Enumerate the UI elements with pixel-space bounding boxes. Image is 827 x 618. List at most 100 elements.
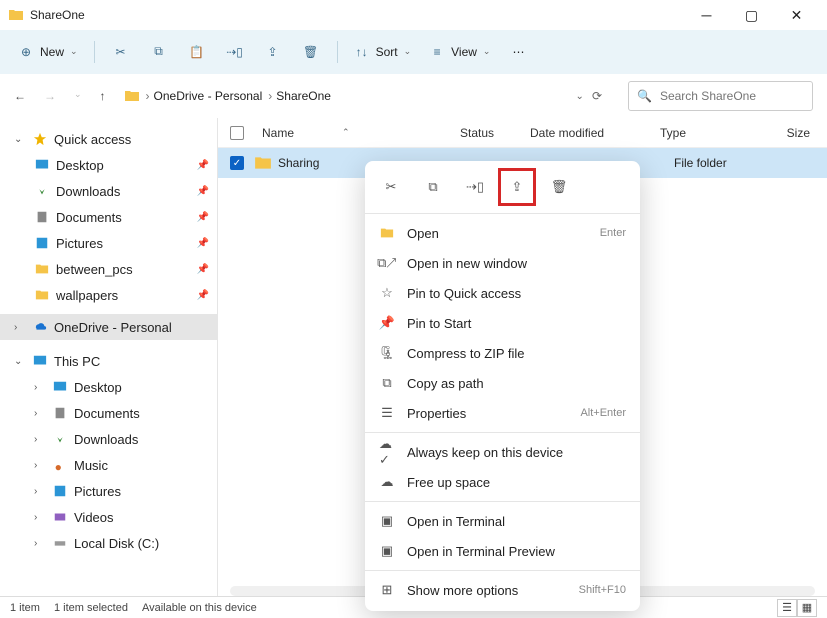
pictures-icon xyxy=(34,235,50,251)
sidebar-documents2[interactable]: › Documents xyxy=(0,400,217,426)
ctx-label: Pin to Quick access xyxy=(407,286,521,301)
address-bar[interactable]: › OneDrive - Personal › ShareOne ⌄ ⟳ xyxy=(118,84,616,108)
ctx-label: Properties xyxy=(407,406,466,421)
ctx-label: Open in new window xyxy=(407,256,527,271)
refresh-button[interactable]: ⟳ xyxy=(592,89,602,103)
ctx-open[interactable]: Open Enter xyxy=(365,218,640,248)
column-status[interactable]: Status xyxy=(460,126,530,140)
delete-button[interactable]: 🗑 xyxy=(293,36,329,68)
ctx-label: Always keep on this device xyxy=(407,445,563,460)
new-button[interactable]: ⊕ New ⌄ xyxy=(10,40,86,64)
downloads-icon xyxy=(34,183,50,199)
rename-button[interactable]: ⇢▯ xyxy=(217,36,253,68)
expand-icon[interactable]: › xyxy=(14,322,26,333)
view-button[interactable]: ≡ View ⌄ xyxy=(421,40,498,64)
chevron-down-icon[interactable]: ⌄ xyxy=(576,91,584,102)
ctx-shortcut: Enter xyxy=(600,227,626,239)
collapse-icon[interactable]: ⌄ xyxy=(14,356,26,367)
search-input[interactable] xyxy=(658,88,804,104)
breadcrumb-item[interactable]: › OneDrive - Personal xyxy=(146,89,263,103)
sidebar-quick-access[interactable]: ⌄ Quick access xyxy=(0,126,217,152)
ctx-cut-button[interactable]: ✂ xyxy=(379,175,403,199)
cut-button[interactable]: ✂ xyxy=(103,36,139,68)
column-size[interactable]: Size xyxy=(760,126,810,140)
sidebar-label: Pictures xyxy=(56,236,103,251)
navigation-pane: ⌄ Quick access Desktop 📌 Downloads 📌 Doc… xyxy=(0,118,218,596)
column-name[interactable]: Name xyxy=(262,126,294,140)
folder-icon xyxy=(34,261,50,277)
minimize-button[interactable]: ─ xyxy=(684,0,729,30)
ctx-delete-button[interactable]: 🗑 xyxy=(547,175,571,199)
desktop-icon xyxy=(34,157,50,173)
sidebar-pictures2[interactable]: › Pictures xyxy=(0,478,217,504)
expand-icon[interactable]: › xyxy=(34,512,46,523)
sidebar-documents[interactable]: Documents 📌 xyxy=(0,204,217,230)
menu-separator xyxy=(365,501,640,502)
up-button[interactable]: ↑ xyxy=(100,89,106,103)
ctx-copy-button[interactable]: ⧉ xyxy=(421,175,445,199)
pin-icon: 📌 xyxy=(197,186,209,197)
ctx-open-new-window[interactable]: ⧉↗ Open in new window xyxy=(365,248,640,278)
select-all-checkbox[interactable] xyxy=(230,126,244,140)
scissors-icon: ✂ xyxy=(113,44,129,60)
ctx-label: Free up space xyxy=(407,475,490,490)
ctx-show-more[interactable]: ⊞ Show more options Shift+F10 xyxy=(365,575,640,605)
sidebar-this-pc[interactable]: ⌄ This PC xyxy=(0,348,217,374)
sidebar-downloads[interactable]: Downloads 📌 xyxy=(0,178,217,204)
sidebar-desktop[interactable]: Desktop 📌 xyxy=(0,152,217,178)
ctx-rename-button[interactable]: ⇢▯ xyxy=(463,175,487,199)
sidebar-videos[interactable]: › Videos xyxy=(0,504,217,530)
sidebar-localdisk[interactable]: › Local Disk (C:) xyxy=(0,530,217,556)
separator xyxy=(337,41,338,63)
more-button[interactable]: ⋯ xyxy=(500,36,536,68)
paste-button[interactable]: 📋 xyxy=(179,36,215,68)
copy-button[interactable]: ⧉ xyxy=(141,36,177,68)
recent-button[interactable]: ⌄ xyxy=(74,89,82,103)
share-button[interactable]: ⇪ xyxy=(255,36,291,68)
ctx-open-terminal-preview[interactable]: ▣ Open in Terminal Preview xyxy=(365,536,640,566)
ctx-properties[interactable]: ☰ Properties Alt+Enter xyxy=(365,398,640,428)
expand-icon[interactable]: › xyxy=(34,382,46,393)
ctx-share-button[interactable]: ⇪ xyxy=(505,175,529,199)
ctx-label: Open in Terminal Preview xyxy=(407,544,555,559)
back-button[interactable]: ← xyxy=(14,89,26,103)
chevron-down-icon: ⌄ xyxy=(70,46,78,57)
sidebar-label: Downloads xyxy=(74,432,138,447)
search-box[interactable]: 🔍 xyxy=(628,81,813,111)
details-view-button[interactable]: ☰ xyxy=(777,599,797,617)
collapse-icon[interactable]: ⌄ xyxy=(14,134,26,145)
ctx-copy-path[interactable]: ⧉ Copy as path xyxy=(365,368,640,398)
column-date[interactable]: Date modified xyxy=(530,126,660,140)
ctx-pin-start[interactable]: 📌 Pin to Start xyxy=(365,308,640,338)
ctx-label: Open xyxy=(407,226,439,241)
sidebar-music[interactable]: › Music xyxy=(0,452,217,478)
ctx-open-terminal[interactable]: ▣ Open in Terminal xyxy=(365,506,640,536)
ctx-free-up-space[interactable]: ☁ Free up space xyxy=(365,467,640,497)
sidebar-downloads2[interactable]: › Downloads xyxy=(0,426,217,452)
cloud-sync-icon: ☁✓ xyxy=(379,444,395,460)
sidebar-wallpapers[interactable]: wallpapers 📌 xyxy=(0,282,217,308)
breadcrumb-item[interactable]: › ShareOne xyxy=(268,89,331,103)
sidebar-pictures[interactable]: Pictures 📌 xyxy=(0,230,217,256)
expand-icon[interactable]: › xyxy=(34,486,46,497)
sidebar-between-pcs[interactable]: between_pcs 📌 xyxy=(0,256,217,282)
sort-button[interactable]: ↑↓ Sort ⌄ xyxy=(346,40,420,64)
expand-icon[interactable]: › xyxy=(34,434,46,445)
forward-button[interactable]: → xyxy=(44,89,56,103)
sidebar-label: OneDrive - Personal xyxy=(54,320,172,335)
sidebar-onedrive[interactable]: › OneDrive - Personal xyxy=(0,314,217,340)
expand-icon[interactable]: › xyxy=(34,408,46,419)
pin-icon: 📌 xyxy=(197,238,209,249)
close-button[interactable]: ✕ xyxy=(774,0,819,30)
ctx-pin-quick-access[interactable]: ☆ Pin to Quick access xyxy=(365,278,640,308)
expand-icon[interactable]: › xyxy=(34,538,46,549)
large-icons-view-button[interactable]: ▦ xyxy=(797,599,817,617)
maximize-button[interactable]: ▢ xyxy=(729,0,774,30)
row-checkbox[interactable]: ✓ xyxy=(230,156,244,170)
clipboard-icon: 📋 xyxy=(189,44,205,60)
ctx-compress-zip[interactable]: 🗜 Compress to ZIP file xyxy=(365,338,640,368)
expand-icon[interactable]: › xyxy=(34,460,46,471)
sidebar-desktop2[interactable]: › Desktop xyxy=(0,374,217,400)
column-type[interactable]: Type xyxy=(660,126,760,140)
ctx-always-keep[interactable]: ☁✓ Always keep on this device xyxy=(365,437,640,467)
